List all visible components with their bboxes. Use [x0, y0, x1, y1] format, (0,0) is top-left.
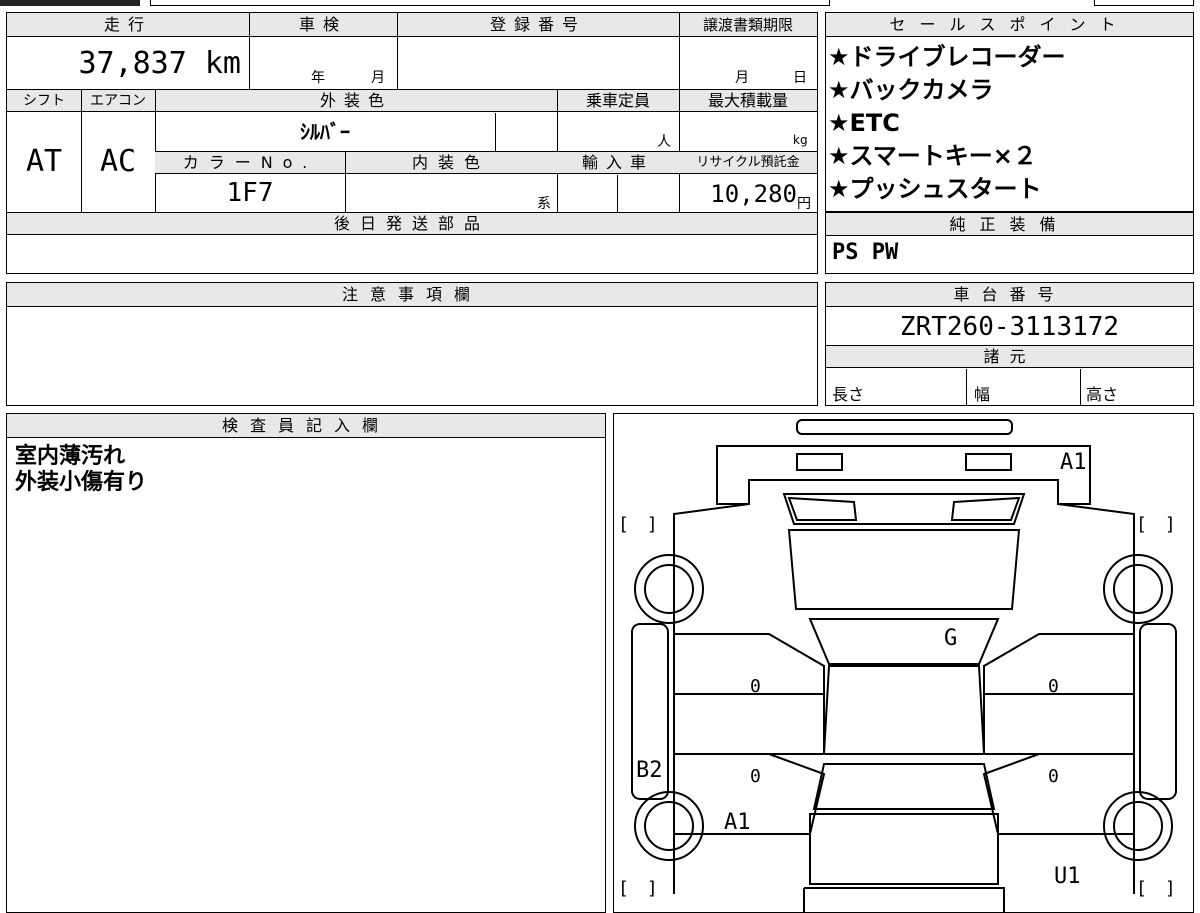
transfer-day: 日 [793, 70, 807, 86]
mark-right-rear-door: 0 [1048, 766, 1059, 787]
mark-rear-right: U1 [1054, 864, 1081, 889]
spec-height: 高さ [1086, 385, 1119, 404]
bracket-rear-left: [ ] [618, 878, 658, 899]
inspector-header: 検査員記入欄 [7, 414, 605, 438]
inspector-note-line: 室内薄汚れ [15, 444, 126, 469]
vehicle-info-table: 走行 車検 登録番号 譲渡書類期限 37,837 km 年 月 月 日 シフト … [6, 12, 818, 274]
mark-left-side: B2 [636, 758, 663, 783]
inspector-box: 検査員記入欄 室内薄汚れ 外装小傷有り [6, 413, 606, 913]
mark-left-rear: A1 [724, 810, 751, 835]
shift-value: AT [25, 144, 63, 179]
top-strip-dark [0, 0, 140, 6]
spec-width: 幅 [974, 385, 991, 404]
transfer-month: 月 [735, 70, 749, 86]
equipment-box: 純正装備 PS PW [825, 212, 1194, 274]
sales-point-item: ★ドライブレコーダー [828, 43, 1066, 71]
shift-header: シフト [23, 93, 65, 109]
bracket-rear-right: [ ] [1136, 878, 1176, 899]
damage-diagram-box: [ ] [ ] [ ] [ ] A1 G 0 0 0 0 B2 A1 U1 [613, 413, 1194, 913]
later-parts-header: 後日発送部品 [333, 214, 490, 233]
color-no-header: カラーNo. [182, 153, 318, 172]
capacity-unit: 人 [657, 134, 671, 150]
bracket-front-right: [ ] [1136, 514, 1176, 535]
top-strip-line [150, 0, 830, 6]
exterior-value: ｼﾙﾊﾞｰ [300, 120, 350, 144]
chassis-header: 車台番号 [826, 283, 1193, 307]
inspection-month: 月 [371, 70, 385, 86]
spec-length: 長さ [832, 385, 865, 404]
inspector-notes: 室内薄汚れ 外装小傷有り [15, 444, 147, 496]
mileage-header: 走行 [103, 15, 152, 34]
equipment-value: PS PW [832, 240, 899, 265]
exterior-header: 外装色 [319, 91, 392, 110]
aircon-value: AC [99, 144, 137, 179]
mark-left-rear-door: 0 [750, 766, 761, 787]
maxload-header: 最大積載量 [707, 91, 788, 110]
top-strip [0, 0, 1200, 6]
recycle-value: 10,280 [710, 180, 797, 208]
import-header: 輸入車 [581, 153, 654, 172]
recycle-header: リサイクル預託金 [696, 155, 800, 170]
interior-unit: 系 [537, 196, 551, 212]
mark-windshield: G [944, 626, 958, 651]
transfer-header: 譲渡書類期限 [702, 16, 793, 34]
equipment-header: 純正装備 [826, 212, 1193, 236]
notes-header: 注意事項欄 [7, 283, 817, 307]
interior-header: 内装色 [411, 153, 490, 172]
sales-point-item: ★スマートキー×２ [828, 142, 1037, 170]
top-strip-right [1094, 0, 1194, 6]
bracket-front-left: [ ] [618, 514, 658, 535]
sales-points-header: セールスポイント [826, 13, 1193, 37]
sales-points-box: セールスポイント ★ドライブレコーダー ★バックカメラ ★ETC ★スマートキー… [825, 12, 1194, 212]
sales-points-list: ★ドライブレコーダー ★バックカメラ ★ETC ★スマートキー×２ ★プッシュス… [828, 41, 1188, 206]
inspection-header: 車検 [298, 15, 347, 34]
mileage-value: 37,837 km [78, 46, 241, 81]
mark-front-right: A1 [1060, 450, 1087, 475]
capacity-header: 乗車定員 [585, 91, 650, 110]
mark-right-front-door: 0 [1048, 676, 1059, 697]
chassis-specs-box: 車台番号 ZRT260-3113172 諸元 長さ 幅 高さ [825, 282, 1194, 406]
mark-left-front-door: 0 [750, 676, 761, 697]
inspection-year: 年 [311, 70, 325, 86]
sales-point-item: ★ETC [828, 109, 900, 137]
car-diagram [631, 419, 1177, 912]
notes-box: 注意事項欄 [6, 282, 818, 406]
inspector-note-line: 外装小傷有り [15, 470, 148, 495]
recycle-unit: 円 [797, 196, 811, 212]
specs-header: 諸元 [826, 346, 1193, 368]
aircon-header: エアコン [90, 93, 146, 109]
maxload-unit: kg [793, 133, 808, 147]
sales-point-item: ★バックカメラ [828, 76, 994, 104]
sales-point-item: ★プッシュスタート [828, 175, 1042, 203]
color-no-value: 1F7 [226, 178, 274, 208]
registration-header: 登録番号 [489, 15, 586, 34]
chassis-value: ZRT260-3113172 [899, 312, 1120, 342]
